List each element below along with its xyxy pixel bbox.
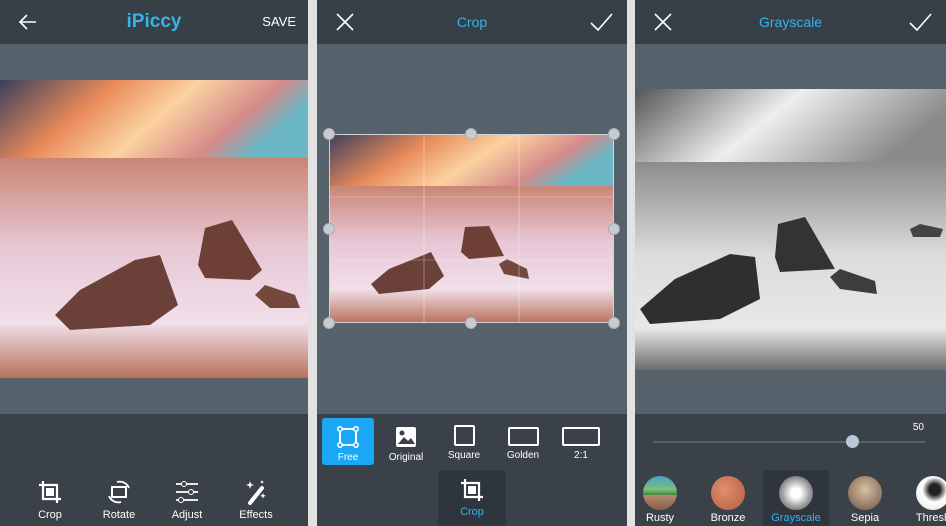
ratio-free[interactable]: Free [322,418,374,465]
filter-thumbnail [848,476,882,510]
photo-grayscale [635,89,946,370]
filter-label: Rusty [645,512,675,524]
crop-handle-right[interactable] [608,223,620,235]
crop-icon [461,479,483,501]
ratio-label: Square [447,450,481,461]
image-canvas [317,44,627,414]
rotate-tool-label: Rotate [102,509,136,521]
image-canvas [635,44,946,414]
ratio-label: Original [388,452,424,463]
crop-frame[interactable] [329,134,614,323]
confirm-button[interactable] [587,8,615,36]
filter-thumbnail [779,476,813,510]
cancel-button[interactable] [331,8,359,36]
filter-threshold[interactable]: Thresh [900,470,946,526]
top-bar: Crop [317,0,627,44]
filter-thumbnail [711,476,745,510]
cancel-button[interactable] [649,8,677,36]
crop-handle-top-left[interactable] [323,128,335,140]
filter-label: Thresh [915,512,946,524]
image-icon [396,427,416,447]
crop-handle-left[interactable] [323,223,335,235]
intensity-slider[interactable] [653,435,925,448]
filter-label: Bronze [710,512,746,524]
crop-handle-top[interactable] [465,128,477,140]
photo [0,80,308,378]
filter-label: Grayscale [771,512,821,524]
filter-panel: Grayscale 50 Rusty Bronze Grayscale Sepi… [635,0,946,526]
tool-bar: Crop Rotate Adjust Effects [0,414,308,526]
crop-handle-bottom-right[interactable] [608,317,620,329]
ratio-label: 2:1 [574,450,588,461]
checkmark-icon [590,13,613,32]
adjust-tool-label: Adjust [171,509,203,521]
ratio-2-1[interactable]: 2:1 [555,418,607,465]
crop-options-bar: Free Original Square Golden 2:1 Crop [317,414,627,526]
crop-tool-active[interactable]: Crop [438,470,506,526]
crop-panel: Crop Free Original Square Golden 2:1 Cro… [317,0,627,526]
save-button[interactable]: SAVE [262,8,296,36]
intensity-value: 50 [912,422,924,433]
panel-title: Crop [456,14,488,30]
filter-bar: 50 Rusty Bronze Grayscale Sepia Thresh [635,414,946,526]
free-crop-icon [337,426,359,448]
ratio-golden[interactable]: Golden [497,418,549,465]
ratio-label: Golden [506,450,540,461]
crop-handle-bottom[interactable] [465,317,477,329]
crop-tool-label: Crop [460,506,484,518]
crop-tool-label: Crop [38,509,62,521]
ratio-square[interactable]: Square [438,418,490,465]
filter-sepia[interactable]: Sepia [832,470,898,526]
editor-panel: iPiccy SAVE Crop Rotate Adjust Effects [0,0,308,526]
adjust-tool[interactable]: Adjust [155,478,219,521]
magic-wand-icon [246,480,266,505]
effects-tool-label: Effects [239,509,273,521]
crop-icon [39,481,61,503]
back-button[interactable] [14,8,42,36]
golden-ratio-icon [507,427,539,446]
filter-thumbnail [643,476,677,510]
filter-bronze[interactable]: Bronze [695,470,761,526]
image-canvas [0,44,308,414]
sliders-icon [176,481,198,503]
crop-handle-top-right[interactable] [608,128,620,140]
square-icon [453,425,475,446]
close-icon [336,13,354,31]
checkmark-icon [909,13,932,32]
panel-title: Grayscale [758,14,823,30]
top-bar: Grayscale [635,0,946,44]
ratio-original[interactable]: Original [380,418,432,465]
filter-rusty[interactable]: Rusty [635,470,693,526]
wide-ratio-icon [562,427,600,446]
close-icon [654,13,672,31]
ratio-label: Free [337,452,359,463]
crop-tool[interactable]: Crop [18,478,82,521]
arrow-left-icon [18,14,36,30]
filter-label: Sepia [850,512,880,524]
filter-thumbnail [916,476,946,510]
slider-thumb[interactable] [845,435,859,448]
confirm-button[interactable] [906,8,934,36]
rotate-tool[interactable]: Rotate [87,478,151,521]
effects-tool[interactable]: Effects [224,478,288,521]
crop-handle-bottom-left[interactable] [323,317,335,329]
filter-grayscale[interactable]: Grayscale [763,470,829,526]
rotate-icon [108,480,130,504]
top-bar: iPiccy SAVE [0,0,308,44]
